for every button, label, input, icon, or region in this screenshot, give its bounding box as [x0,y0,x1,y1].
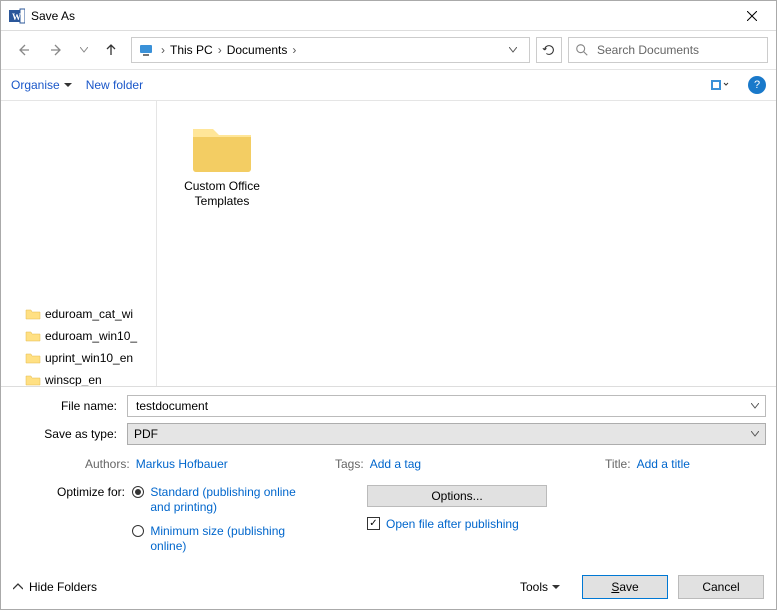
save-type-label: Save as type: [11,427,121,441]
new-folder-button[interactable]: New folder [86,78,143,92]
authors-value[interactable]: Markus Hofbauer [136,457,228,471]
checkbox-icon [367,517,380,530]
tree-folder-item[interactable]: eduroam_cat_wi [1,303,156,325]
options-button-label: Options... [431,489,482,503]
chevron-down-icon [751,431,759,437]
file-name-input[interactable] [134,398,751,414]
radio-minimum-label: Minimum size (publishing online) [150,524,300,555]
chevron-right-icon[interactable]: › [156,43,170,57]
folder-large-icon [187,115,257,179]
change-view-button[interactable] [706,73,734,97]
file-pane[interactable]: Custom Office Templates [157,101,776,386]
radio-standard[interactable]: Standard (publishing online and printing… [132,485,300,516]
chevron-down-icon [552,585,560,590]
tree-item-label: eduroam_cat_wi [45,307,133,321]
folder-name: Custom Office Templates [173,179,271,209]
svg-text:W: W [12,12,21,22]
window-title: Save As [31,9,729,23]
nav-history-dropdown[interactable] [77,36,91,64]
tree-folder-item[interactable]: winscp_en [1,369,156,386]
tree-item-label: eduroam_win10_ [45,329,137,343]
save-button[interactable]: Save [582,575,668,599]
breadcrumb-documents[interactable]: Documents [227,38,288,62]
new-folder-label: New folder [86,78,143,92]
options-button[interactable]: Options... [367,485,547,507]
nav-forward-button [43,36,71,64]
search-icon [575,43,589,57]
title-label: Title: [605,457,631,471]
search-box[interactable] [568,37,768,63]
nav-back-button [9,36,37,64]
organise-label: Organise [11,78,60,92]
search-input[interactable] [595,42,761,58]
title-value[interactable]: Add a title [637,457,690,471]
pc-icon [138,42,154,58]
file-name-label: File name: [11,399,121,413]
radio-minimum[interactable]: Minimum size (publishing online) [132,524,300,555]
tree-folder-item[interactable]: uprint_win10_en [1,347,156,369]
tree-item-label: uprint_win10_en [45,351,133,365]
tools-button[interactable]: Tools [514,580,566,594]
cancel-button-label: Cancel [702,580,739,594]
optimize-label: Optimize for: [57,485,129,499]
save-type-dropdown[interactable]: PDF [127,423,766,445]
hide-folders-label: Hide Folders [29,580,97,594]
save-type-value: PDF [134,427,158,441]
word-app-icon: W [9,8,25,24]
authors-label: Authors: [85,457,130,471]
organise-button[interactable]: Organise [11,78,72,92]
hide-folders-button[interactable]: Hide Folders [13,580,97,594]
tags-value[interactable]: Add a tag [370,457,421,471]
radio-standard-label: Standard (publishing online and printing… [150,485,300,516]
tools-label: Tools [520,580,548,594]
save-button-label: Save [611,580,638,594]
folder-icon [25,306,41,322]
address-dropdown[interactable] [509,47,525,53]
folder-icon [25,372,41,386]
nav-up-button[interactable] [97,36,125,64]
chevron-right-icon[interactable]: › [287,43,301,57]
tags-label: Tags: [335,457,364,471]
help-button[interactable]: ? [748,76,766,94]
open-after-label: Open file after publishing [386,517,519,531]
file-name-dropdown[interactable] [751,403,759,409]
folder-item[interactable]: Custom Office Templates [169,111,275,213]
chevron-right-icon[interactable]: › [213,43,227,57]
radio-icon [132,486,144,498]
folder-icon [25,350,41,366]
open-after-checkbox[interactable]: Open file after publishing [367,517,519,531]
refresh-button[interactable] [536,37,562,63]
radio-icon [132,525,144,537]
chevron-up-icon [13,583,23,591]
folder-icon [25,328,41,344]
tree-item-label: winscp_en [45,373,102,386]
navigation-tree[interactable]: eduroam_cat_wi eduroam_win10_ uprint_win… [1,101,157,386]
cancel-button[interactable]: Cancel [678,575,764,599]
close-button[interactable] [729,1,774,31]
breadcrumb-this-pc[interactable]: This PC [170,38,213,62]
file-name-field[interactable] [127,395,766,417]
tree-folder-item[interactable]: eduroam_win10_ [1,325,156,347]
address-bar[interactable]: › This PC › Documents › [131,37,530,63]
